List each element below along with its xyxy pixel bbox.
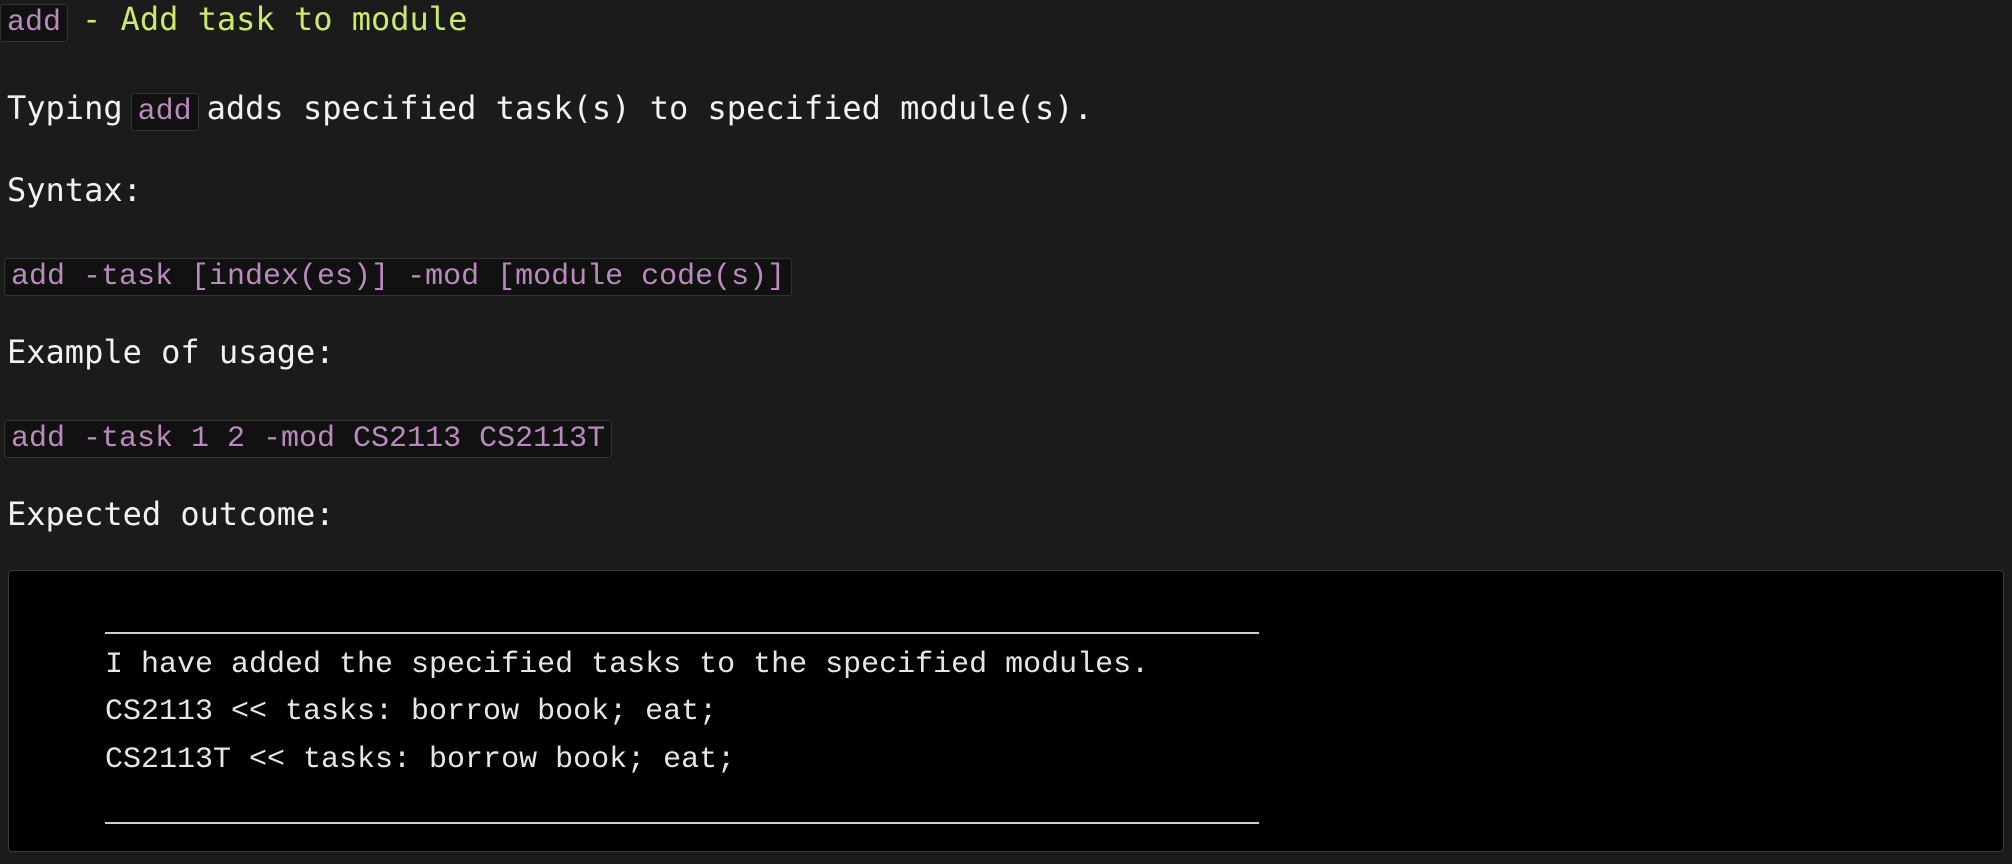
intro-text-before: Typing xyxy=(7,89,123,127)
example-label: Example of usage: xyxy=(7,333,335,371)
output-bottom-divider xyxy=(105,822,1259,824)
syntax-label: Syntax: xyxy=(7,171,142,209)
syntax-code-wrapper: add -task [index(es)] -mod [module code(… xyxy=(4,254,793,296)
example-code-wrapper: add -task 1 2 -mod CS2113 CS2113T xyxy=(4,416,613,458)
section-heading: add - Add task to module xyxy=(0,0,468,42)
intro-command-code: add xyxy=(130,93,199,131)
intro-text-after: adds specified task(s) to specified modu… xyxy=(206,89,1093,127)
output-line: I have added the specified tasks to the … xyxy=(105,648,1150,682)
output-line: CS2113 << tasks: borrow book; eat; xyxy=(105,695,718,729)
heading-command-code: add xyxy=(0,4,69,42)
outcome-label: Expected outcome: xyxy=(7,495,335,533)
intro-paragraph: Typing add adds specified task(s) to speci… xyxy=(7,88,1093,131)
expected-output-block: I have added the specified tasks to the … xyxy=(8,570,2004,852)
output-line: CS2113T << tasks: borrow book; eat; xyxy=(105,743,736,777)
heading-title: - Add task to module xyxy=(82,0,468,38)
syntax-code: add -task [index(es)] -mod [module code(… xyxy=(4,258,793,296)
output-top-divider xyxy=(105,632,1259,634)
example-code: add -task 1 2 -mod CS2113 CS2113T xyxy=(4,420,613,458)
